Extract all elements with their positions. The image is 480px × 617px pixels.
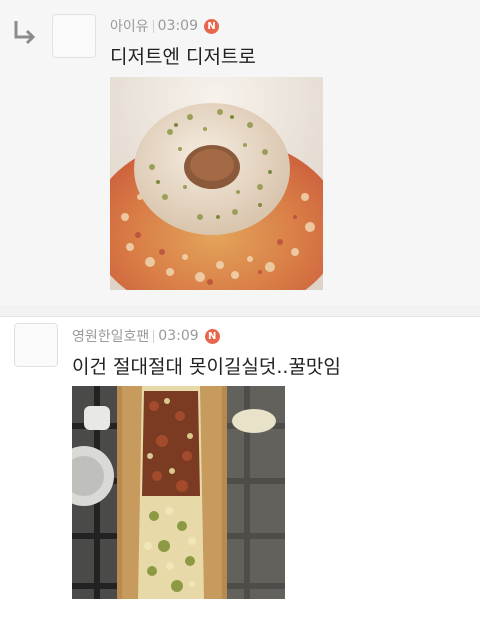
timestamp: 03:09: [157, 18, 198, 34]
avatar[interactable]: [14, 323, 58, 367]
reply-comment: 아이유 03:09 N 디저트엔 디저트로: [0, 0, 480, 305]
comment-meta: 영원한일호팬 03:09 N: [72, 326, 220, 346]
timestamp: 03:09: [158, 328, 199, 344]
divider: [153, 329, 155, 343]
dessert-photo[interactable]: [110, 77, 323, 290]
author-name[interactable]: 아이유: [110, 16, 149, 36]
comment-meta: 아이유 03:09 N: [110, 16, 219, 36]
comment: 영원한일호팬 03:09 N 이건 절대절대 못이길실덧..꿀맛임: [0, 316, 480, 617]
reply-arrow-icon: [14, 21, 36, 45]
divider: [152, 19, 154, 33]
new-badge: N: [204, 18, 219, 34]
author-name[interactable]: 영원한일호팬: [72, 326, 149, 346]
comment-text: 디저트엔 디저트로: [110, 46, 256, 68]
flatbread-photo[interactable]: [72, 386, 285, 599]
new-badge: N: [204, 328, 220, 344]
comment-text: 이건 절대절대 못이길실덧..꿀맛임: [72, 356, 341, 378]
avatar[interactable]: [52, 14, 96, 58]
